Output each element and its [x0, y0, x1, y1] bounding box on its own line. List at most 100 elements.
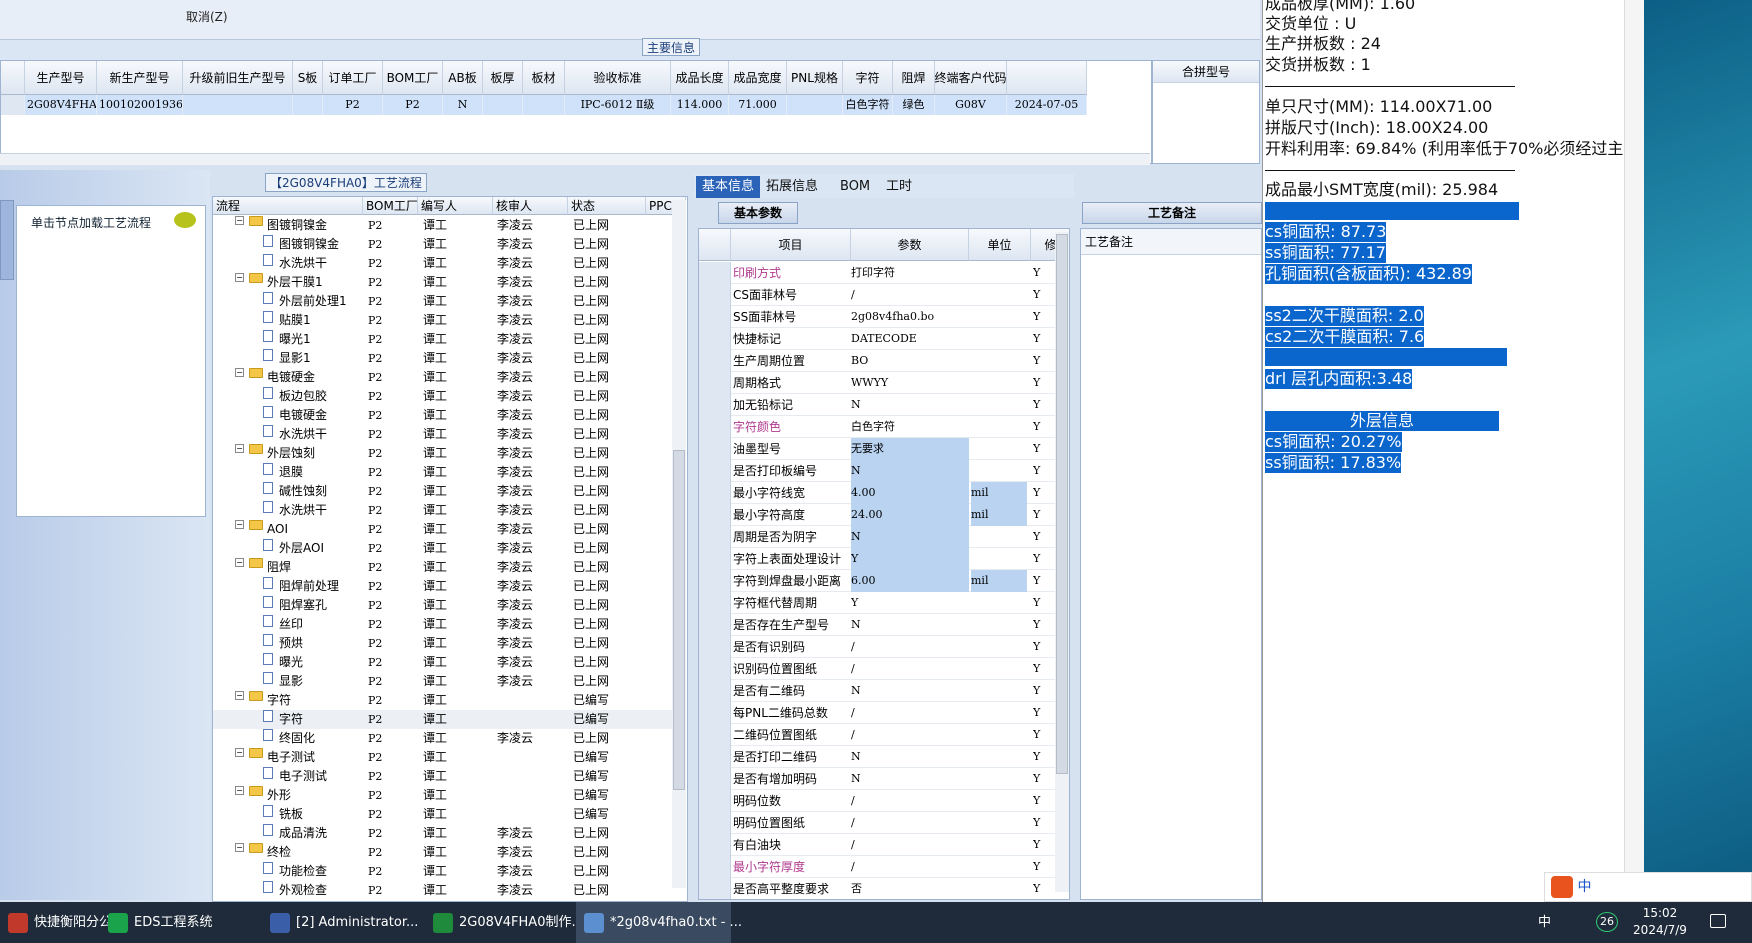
- grid-cell[interactable]: G08V: [935, 95, 1007, 115]
- column-header[interactable]: [1007, 61, 1087, 95]
- flow-row[interactable]: 预烘 P2 谭工 李凌云 已上网: [213, 634, 675, 653]
- grid-cell[interactable]: [293, 95, 323, 115]
- grid-cell[interactable]: [483, 95, 523, 115]
- column-header[interactable]: 成品宽度: [729, 61, 787, 95]
- param-row[interactable]: 每PNL二维码总数 / Y: [699, 702, 1069, 724]
- param-row[interactable]: 有白油块 / Y: [699, 834, 1069, 856]
- param-row[interactable]: 周期格式 WWYY Y: [699, 372, 1069, 394]
- flow-row[interactable]: 曝光 P2 谭工 李凌云 已上网: [213, 653, 675, 672]
- flow-row[interactable]: 板边包胶 P2 谭工 李凌云 已上网: [213, 387, 675, 406]
- flow-row[interactable]: − AOI P2 谭工 李凌云 已上网: [213, 520, 675, 539]
- tab-3[interactable]: BOM: [834, 176, 876, 198]
- expand-toggle-icon[interactable]: −: [235, 520, 244, 529]
- main-info-grid[interactable]: 生产型号2G08V4FHA0新生产型号10010200193679升级前旧生产型…: [0, 60, 1152, 164]
- column-header[interactable]: S板: [293, 61, 323, 95]
- remark-panel[interactable]: 工艺备注: [1080, 228, 1262, 900]
- flow-row[interactable]: 成品清洗 P2 谭工 李凌云 已上网: [213, 824, 675, 843]
- column-header[interactable]: 验收标准: [565, 61, 671, 95]
- tab-1[interactable]: 基本信息: [696, 176, 761, 198]
- flow-row[interactable]: 字符 P2 谭工 已编写: [213, 710, 675, 729]
- flow-column-header[interactable]: 状态: [568, 197, 646, 215]
- param-value[interactable]: /: [851, 658, 969, 680]
- flow-row[interactable]: 功能检查 P2 谭工 李凌云 已上网: [213, 862, 675, 881]
- param-row[interactable]: 印刷方式 打印字符 Y: [699, 262, 1069, 284]
- param-value[interactable]: N: [851, 394, 969, 416]
- grid-cell[interactable]: [183, 95, 293, 115]
- expand-toggle-icon[interactable]: −: [235, 748, 244, 757]
- taskbar-item[interactable]: EDS工程系统: [100, 902, 245, 943]
- column-header[interactable]: BOM工厂: [383, 61, 443, 95]
- param-value[interactable]: Y: [851, 592, 969, 614]
- taskbar-item[interactable]: 快捷衡阳分公...: [0, 902, 124, 943]
- expand-toggle-icon[interactable]: −: [235, 558, 244, 567]
- grid-cell[interactable]: 2G08V4FHA0: [25, 95, 97, 115]
- flow-vscroll-thumb[interactable]: [673, 450, 685, 790]
- expand-toggle-icon[interactable]: −: [235, 368, 244, 377]
- flow-row[interactable]: 图镀铜镍金 P2 谭工 李凌云 已上网: [213, 235, 675, 254]
- param-row[interactable]: CS面菲林号 / Y: [699, 284, 1069, 306]
- taskbar-item[interactable]: *2g08v4fha0.txt - ...: [576, 902, 742, 943]
- param-value[interactable]: /: [851, 834, 969, 856]
- param-column-header[interactable]: 单位: [969, 229, 1031, 261]
- flow-row[interactable]: 阻焊前处理 P2 谭工 李凌云 已上网: [213, 577, 675, 596]
- param-row[interactable]: 加无铅标记 N Y: [699, 394, 1069, 416]
- cancel-menu[interactable]: 取消(Z): [186, 8, 228, 25]
- expand-toggle-icon[interactable]: −: [235, 273, 244, 282]
- flow-row[interactable]: 水洗烘干 P2 谭工 李凌云 已上网: [213, 425, 675, 444]
- param-value[interactable]: /: [851, 856, 969, 878]
- tray-badge[interactable]: 26: [1596, 912, 1618, 932]
- column-header[interactable]: PNL规格: [787, 61, 843, 95]
- flow-row[interactable]: 贴膜1 P2 谭工 李凌云 已上网: [213, 311, 675, 330]
- flow-row[interactable]: − 外层蚀刻 P2 谭工 李凌云 已上网: [213, 444, 675, 463]
- params-vscroll-thumb[interactable]: [1056, 234, 1068, 774]
- param-value[interactable]: DATECODE: [851, 328, 969, 350]
- flow-row[interactable]: − 图镀铜镍金 P2 谭工 李凌云 已上网: [213, 216, 675, 235]
- flow-row[interactable]: 水洗烘干 P2 谭工 李凌云 已上网: [213, 501, 675, 520]
- ime-mode-label[interactable]: 中: [1577, 879, 1591, 895]
- param-row[interactable]: 明码位数 / Y: [699, 790, 1069, 812]
- tab-2[interactable]: 拓展信息: [760, 176, 824, 198]
- param-row[interactable]: 识别码位置图纸 / Y: [699, 658, 1069, 680]
- param-value[interactable]: 2g08v4fha0.bo: [851, 306, 969, 328]
- param-value[interactable]: BO: [851, 350, 969, 372]
- taskbar-item[interactable]: [2] Administrator...: [262, 902, 418, 943]
- flow-row[interactable]: 铣板 P2 谭工 已编写: [213, 805, 675, 824]
- param-value[interactable]: N: [851, 526, 969, 548]
- param-value[interactable]: 否: [851, 878, 969, 899]
- column-header[interactable]: 终端客户代码: [935, 61, 1007, 95]
- param-value[interactable]: N: [851, 768, 969, 790]
- load-flow-box[interactable]: 单击节点加载工艺流程: [16, 205, 206, 517]
- expand-toggle-icon[interactable]: −: [235, 843, 244, 852]
- param-row[interactable]: 是否存在生产型号 N Y: [699, 614, 1069, 636]
- tray-ime[interactable]: 中: [1538, 902, 1551, 943]
- param-value[interactable]: N: [851, 614, 969, 636]
- grid-cell[interactable]: P2: [323, 95, 383, 115]
- column-header[interactable]: 升级前旧生产型号: [183, 61, 293, 95]
- param-value[interactable]: 打印字符: [851, 262, 969, 284]
- param-row[interactable]: 字符框代替周期 Y Y: [699, 592, 1069, 614]
- param-row[interactable]: 生产周期位置 BO Y: [699, 350, 1069, 372]
- grid-cell[interactable]: N: [443, 95, 483, 115]
- param-value[interactable]: 24.00: [851, 504, 969, 526]
- param-value[interactable]: N: [851, 460, 969, 482]
- flow-row[interactable]: 水洗烘干 P2 谭工 李凌云 已上网: [213, 254, 675, 273]
- grid-cell[interactable]: IPC-6012 Ⅱ级: [565, 95, 671, 115]
- flow-row[interactable]: 碱性蚀刻 P2 谭工 李凌云 已上网: [213, 482, 675, 501]
- param-row[interactable]: 是否有二维码 N Y: [699, 680, 1069, 702]
- notepad-editor[interactable]: 成品板厚(MM): 1.60 交货单位 : U 生产拼板数 : 24 交货拼板数…: [1262, 0, 1644, 902]
- sogou-icon[interactable]: [1551, 876, 1573, 898]
- param-row[interactable]: 是否打印二维码 N Y: [699, 746, 1069, 768]
- column-header[interactable]: 板厚: [483, 61, 523, 95]
- param-row[interactable]: 字符上表面处理设计 Y Y: [699, 548, 1069, 570]
- param-column-header[interactable]: [699, 229, 731, 261]
- process-flow-tree[interactable]: 流程 BOM工厂 编写人 核审人 状态 PPC − 图镀铜镍金 P2 谭工 李凌云 已上网 图镀铜镍金 P…: [212, 196, 688, 902]
- param-value[interactable]: 无要求: [851, 438, 969, 460]
- flow-column-header[interactable]: BOM工厂: [363, 197, 418, 215]
- flow-column-header[interactable]: 编写人: [418, 197, 493, 215]
- grid-cell[interactable]: 114.000: [671, 95, 729, 115]
- flow-row[interactable]: 显影 P2 谭工 李凌云 已上网: [213, 672, 675, 691]
- expand-toggle-icon[interactable]: −: [235, 216, 244, 225]
- grid-cell[interactable]: 白色字符: [843, 95, 893, 115]
- param-value[interactable]: N: [851, 680, 969, 702]
- grid-cell[interactable]: 10010200193679: [97, 95, 183, 115]
